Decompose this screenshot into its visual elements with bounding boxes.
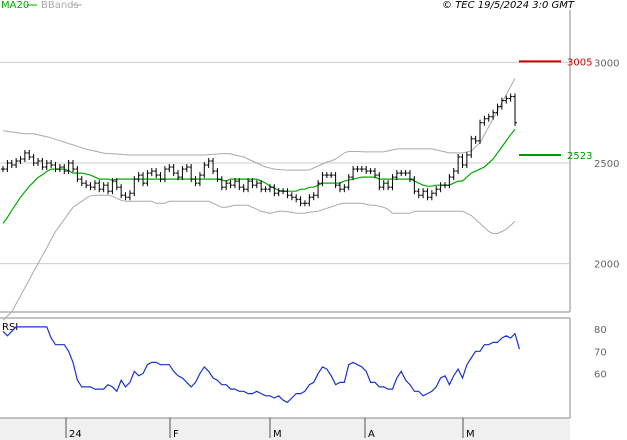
footer-background <box>0 418 570 440</box>
main-panel-background <box>0 10 570 312</box>
rsi-tick-label: 70 <box>594 347 607 358</box>
price-tick-label: 2500 <box>594 159 619 170</box>
time-tick-label: M <box>273 429 282 440</box>
rsi-panel-background <box>0 318 570 418</box>
time-tick-label: M <box>466 429 475 440</box>
ma-legend-label: MA20 <box>1 0 29 11</box>
price-tick-label: 3000 <box>594 58 619 69</box>
time-tick-label: A <box>368 429 375 440</box>
level-label: 2523 <box>567 151 592 162</box>
rsi-tick-label: 60 <box>594 370 607 381</box>
rsi-axis: 60 70 80 <box>594 325 607 380</box>
rsi-tick-label: 80 <box>594 325 607 336</box>
price-tick-label: 2000 <box>594 260 619 271</box>
level-label: 3005 <box>567 57 592 68</box>
time-tick-label: 24 <box>69 429 82 440</box>
chart-canvas: MA20 BBands © TEC 19/5/2024 3:0 GMT 2000… <box>0 0 627 440</box>
timestamp: © TEC 19/5/2024 3:0 GMT <box>442 0 575 11</box>
time-tick-label: F <box>173 429 179 440</box>
